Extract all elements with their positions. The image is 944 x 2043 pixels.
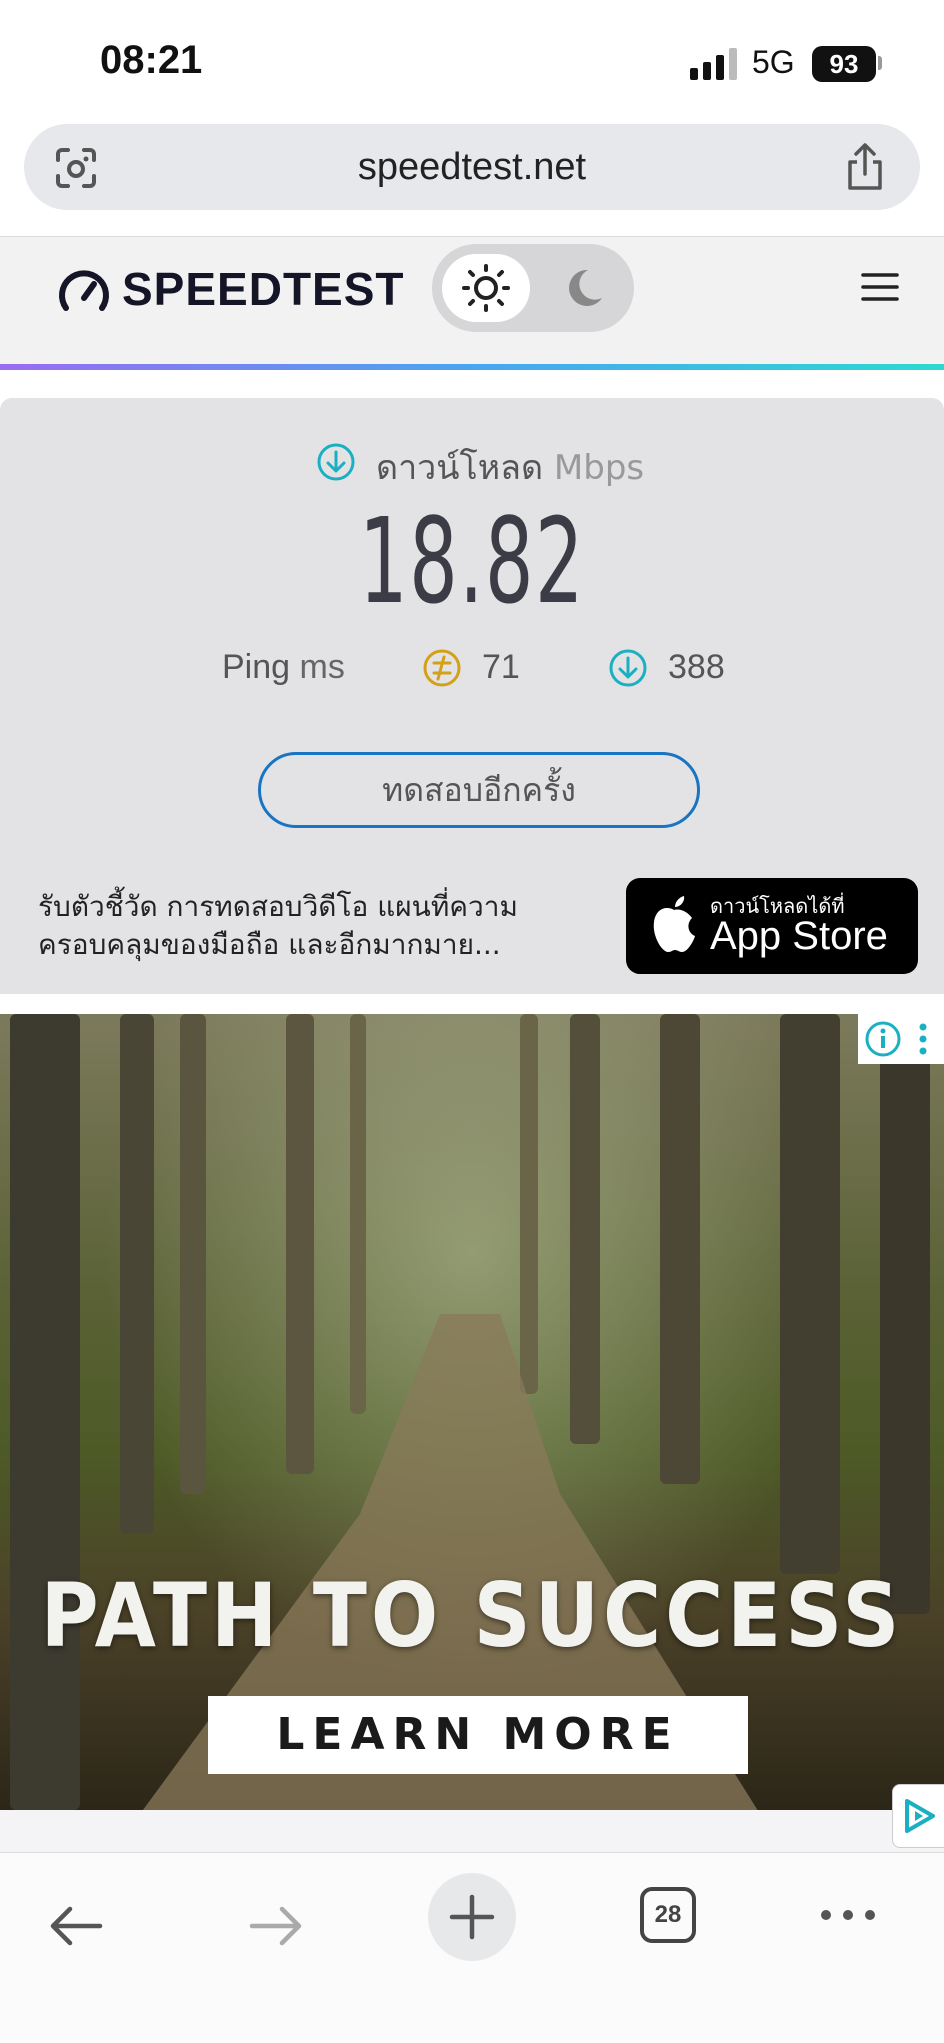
ad-learn-more-button[interactable]: LEARN MORE	[208, 1696, 748, 1774]
camera-lens-icon[interactable]	[54, 146, 98, 190]
promo-text: รับตัวชี้วัด การทดสอบวิดีโอ แผนที่ความคร…	[38, 890, 518, 961]
hamburger-menu-icon[interactable]	[860, 270, 900, 304]
download-label-text: ดาวน์โหลด	[376, 448, 544, 488]
back-arrow-icon[interactable]	[44, 1899, 108, 1953]
adchoices-triangle-icon	[905, 1799, 935, 1833]
browser-toolbar: 28	[0, 1852, 944, 2043]
new-tab-button[interactable]	[428, 1873, 516, 1961]
signal-bars-icon	[690, 48, 737, 80]
theme-dark-option[interactable]	[544, 254, 624, 322]
moon-icon	[569, 269, 602, 306]
app-store-button[interactable]: ดาวน์โหลดได้ที่ App Store	[626, 878, 918, 974]
battery-cap	[878, 56, 882, 70]
ad-banner[interactable]: PATH TO SUCCESS LEARN MORE	[0, 1014, 944, 1810]
speedtest-gauge-icon[interactable]	[58, 268, 110, 314]
theme-light-option[interactable]	[442, 254, 530, 322]
status-bar: 08:21 5G 93	[0, 0, 944, 120]
page-bottom	[0, 1810, 944, 1854]
url-text[interactable]: speedtest.net	[24, 124, 920, 210]
ad-options[interactable]	[858, 1014, 944, 1064]
clock: 08:21	[100, 38, 203, 82]
vertical-dots-icon[interactable]	[910, 1020, 936, 1058]
retest-button[interactable]: ทดสอบอีกครั้ง	[258, 752, 700, 828]
apple-logo-icon	[653, 896, 695, 952]
battery-indicator: 93	[812, 46, 876, 82]
ping-unit: ms	[299, 648, 345, 686]
share-icon[interactable]	[842, 142, 888, 192]
idle-ping-icon	[423, 649, 461, 687]
ping-idle-value: 71	[482, 648, 520, 686]
theme-toggle[interactable]	[432, 244, 634, 332]
ping-download-value: 388	[668, 648, 725, 686]
info-icon[interactable]	[864, 1020, 902, 1058]
app-store-label: App Store	[710, 914, 888, 958]
ping-label-text: Ping	[222, 648, 291, 686]
download-ping-icon	[609, 649, 647, 687]
network-type: 5G	[752, 44, 795, 80]
address-bar[interactable]: speedtest.net	[24, 124, 920, 210]
adchoices-icon[interactable]	[892, 1784, 944, 1848]
sun-icon	[462, 264, 510, 312]
forward-arrow-icon[interactable]	[244, 1899, 308, 1953]
download-unit: Mbps	[553, 448, 645, 488]
ad-headline: PATH TO SUCCESS	[40, 1564, 904, 1667]
ping-label: Ping ms	[222, 648, 345, 687]
speedtest-logo[interactable]: SPEEDTEST	[122, 262, 405, 316]
download-icon	[317, 443, 355, 481]
download-speed-value: 18.82	[359, 492, 585, 630]
download-label: ดาวน์โหลด Mbps	[376, 440, 644, 494]
more-dots-icon[interactable]	[818, 1903, 878, 1927]
header-gradient-line	[0, 364, 944, 370]
plus-icon	[449, 1894, 495, 1940]
tab-count-button[interactable]: 28	[640, 1887, 696, 1943]
